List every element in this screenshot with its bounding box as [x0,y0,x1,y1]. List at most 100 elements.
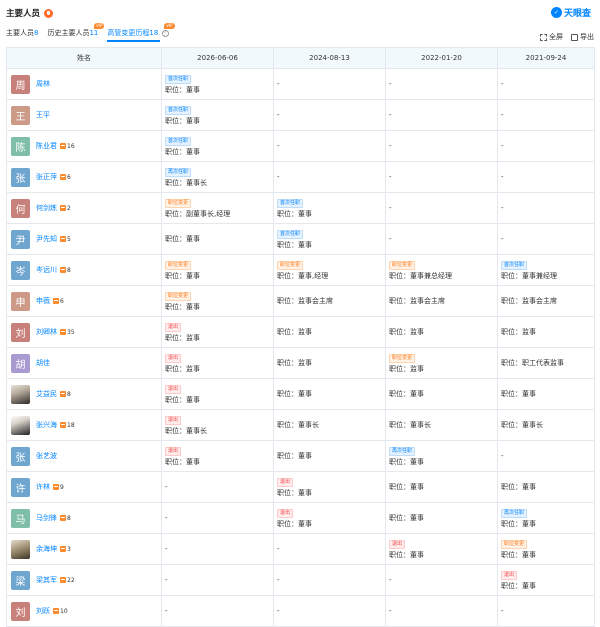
tab-history-personnel[interactable]: 历史主要人员11 VIP [47,23,105,42]
person-name-link[interactable]: 申薇 [36,296,50,306]
position-text: 职位：董事长 [165,179,273,188]
person-name-link[interactable]: 张兴海 [36,420,57,430]
person-name-link[interactable]: 许林 [36,482,50,492]
company-count[interactable]: 8 [60,267,71,274]
person-name-link[interactable]: 张艺波 [36,451,57,461]
position-prefix: 职位： [389,389,410,398]
column-header-date: 2021-09-24 [497,47,595,69]
person-name-link[interactable]: 尹先知 [36,234,57,244]
company-count[interactable]: 6 [53,298,64,305]
change-cell: 职位变更 职位：董事 [497,533,595,565]
position-text: 职位：董事 [165,117,273,126]
avatar-photo[interactable] [11,415,30,435]
company-count[interactable]: 8 [60,391,71,398]
person: 胡胡佳 [11,353,161,373]
avatar[interactable]: 张 [11,446,30,466]
company-count[interactable]: 9 [53,484,64,491]
change-cell: 职位：董事 [497,471,595,503]
position-prefix: 职位： [501,389,522,398]
alert-icon[interactable] [44,8,54,18]
avatar[interactable]: 王 [11,105,30,125]
company-count[interactable]: 22 [60,577,75,584]
avatar[interactable]: 刘 [11,322,30,342]
change-type-badge: 首次任职 [165,136,192,146]
avatar[interactable]: 梁 [11,570,30,590]
company-count[interactable]: 2 [60,205,71,212]
position-prefix: 职位： [165,85,186,94]
table-row: 张张艺波 退出 职位：董事 职位：董事 再次任职 职位：董事 - [6,440,595,472]
person-name-link[interactable]: 岑远川 [36,265,57,275]
person-name-link[interactable]: 陈业君 [36,141,57,151]
executive-change-table: 姓名 2026-06-06 2024-08-13 2022-01-20 2021… [6,47,595,627]
avatar[interactable]: 何 [11,198,30,218]
avatar[interactable]: 申 [11,291,30,311]
change-type-badge: 职位变更 [389,353,416,363]
change-cell: 职位：董事 [273,440,386,472]
change-cell: 首次任职 职位：董事 [161,68,274,100]
empty-value: - [501,204,504,212]
change-type-badge: 职位变更 [389,260,416,270]
position-text: 职位：董事长 [501,421,594,430]
change-type-badge: 退出 [277,477,294,487]
position-value: 董事 [298,519,312,528]
company-count[interactable]: 10 [53,608,68,615]
change-cell: - [385,99,498,131]
avatar[interactable]: 许 [11,477,30,497]
person-name-link[interactable]: 刘跃 [36,606,50,616]
tab-main-personnel[interactable]: 主要人员8 [6,28,38,42]
company-count[interactable]: 3 [60,546,71,553]
change-cell: 职位变更 职位：监事 [385,347,498,379]
help-icon[interactable]: ? [161,29,169,37]
position-prefix: 职位： [165,234,186,243]
tab-executive-changes[interactable]: 高管变更历程18 ? VIP [107,23,175,42]
change-cell: 再次任职 职位：董事 [385,440,498,472]
person-name-link[interactable]: 刘卿林 [36,327,57,337]
person-name-link[interactable]: 周林 [36,79,50,89]
person-cell: 梁梁其军 22 [6,564,162,596]
person-name-link[interactable]: 余海坤 [36,544,57,554]
company-count[interactable]: 16 [60,143,75,150]
person-name-link[interactable]: 马剑锋 [36,513,57,523]
company-count[interactable]: 18 [60,422,75,429]
avatar-photo[interactable] [11,539,30,559]
person-name-link[interactable]: 梁其军 [36,575,57,585]
avatar[interactable]: 周 [11,74,30,94]
change-cell: 退出 职位：监事 [161,347,274,379]
person: 艾益民 8 [11,384,161,404]
avatar-photo[interactable] [11,384,30,404]
tab-label: 主要人员 [6,29,34,37]
change-cell: - [161,471,274,503]
company-count[interactable]: 8 [60,515,71,522]
person-name-link[interactable]: 胡佳 [36,358,50,368]
person-name-link[interactable]: 张正萍 [36,172,57,182]
position-prefix: 职位： [501,519,522,528]
person: 刘刘卿林 35 [11,322,161,342]
company-icon [53,484,59,490]
position-prefix: 职位： [501,550,522,559]
fullscreen-button[interactable]: 全屏 [540,32,563,42]
change-cell: - [161,502,274,534]
change-type-badge: 首次任职 [277,229,304,239]
avatar[interactable]: 刘 [11,601,30,621]
avatar[interactable]: 岑 [11,260,30,280]
position-prefix: 职位： [501,327,522,336]
position-value: 董事 [186,302,200,311]
export-button[interactable]: 导出 [571,32,594,42]
company-count[interactable]: 5 [60,236,71,243]
avatar[interactable]: 张 [11,167,30,187]
position-value: 董事 [522,581,536,590]
person-name-link[interactable]: 艾益民 [36,389,57,399]
change-cell: - [385,130,498,162]
person-name-link[interactable]: 何剑炼 [36,203,57,213]
change-cell: - [161,533,274,565]
avatar[interactable]: 尹 [11,229,30,249]
avatar[interactable]: 陈 [11,136,30,156]
avatar[interactable]: 马 [11,508,30,528]
person-name-link[interactable]: 王平 [36,110,50,120]
change-cell: 首次任职 职位：董事 [273,192,386,224]
company-count[interactable]: 35 [60,329,75,336]
avatar[interactable]: 胡 [11,353,30,373]
tab-label: 历史主要人员 [47,29,90,37]
position-value: 董事 [186,116,200,125]
company-count[interactable]: 6 [60,174,71,181]
